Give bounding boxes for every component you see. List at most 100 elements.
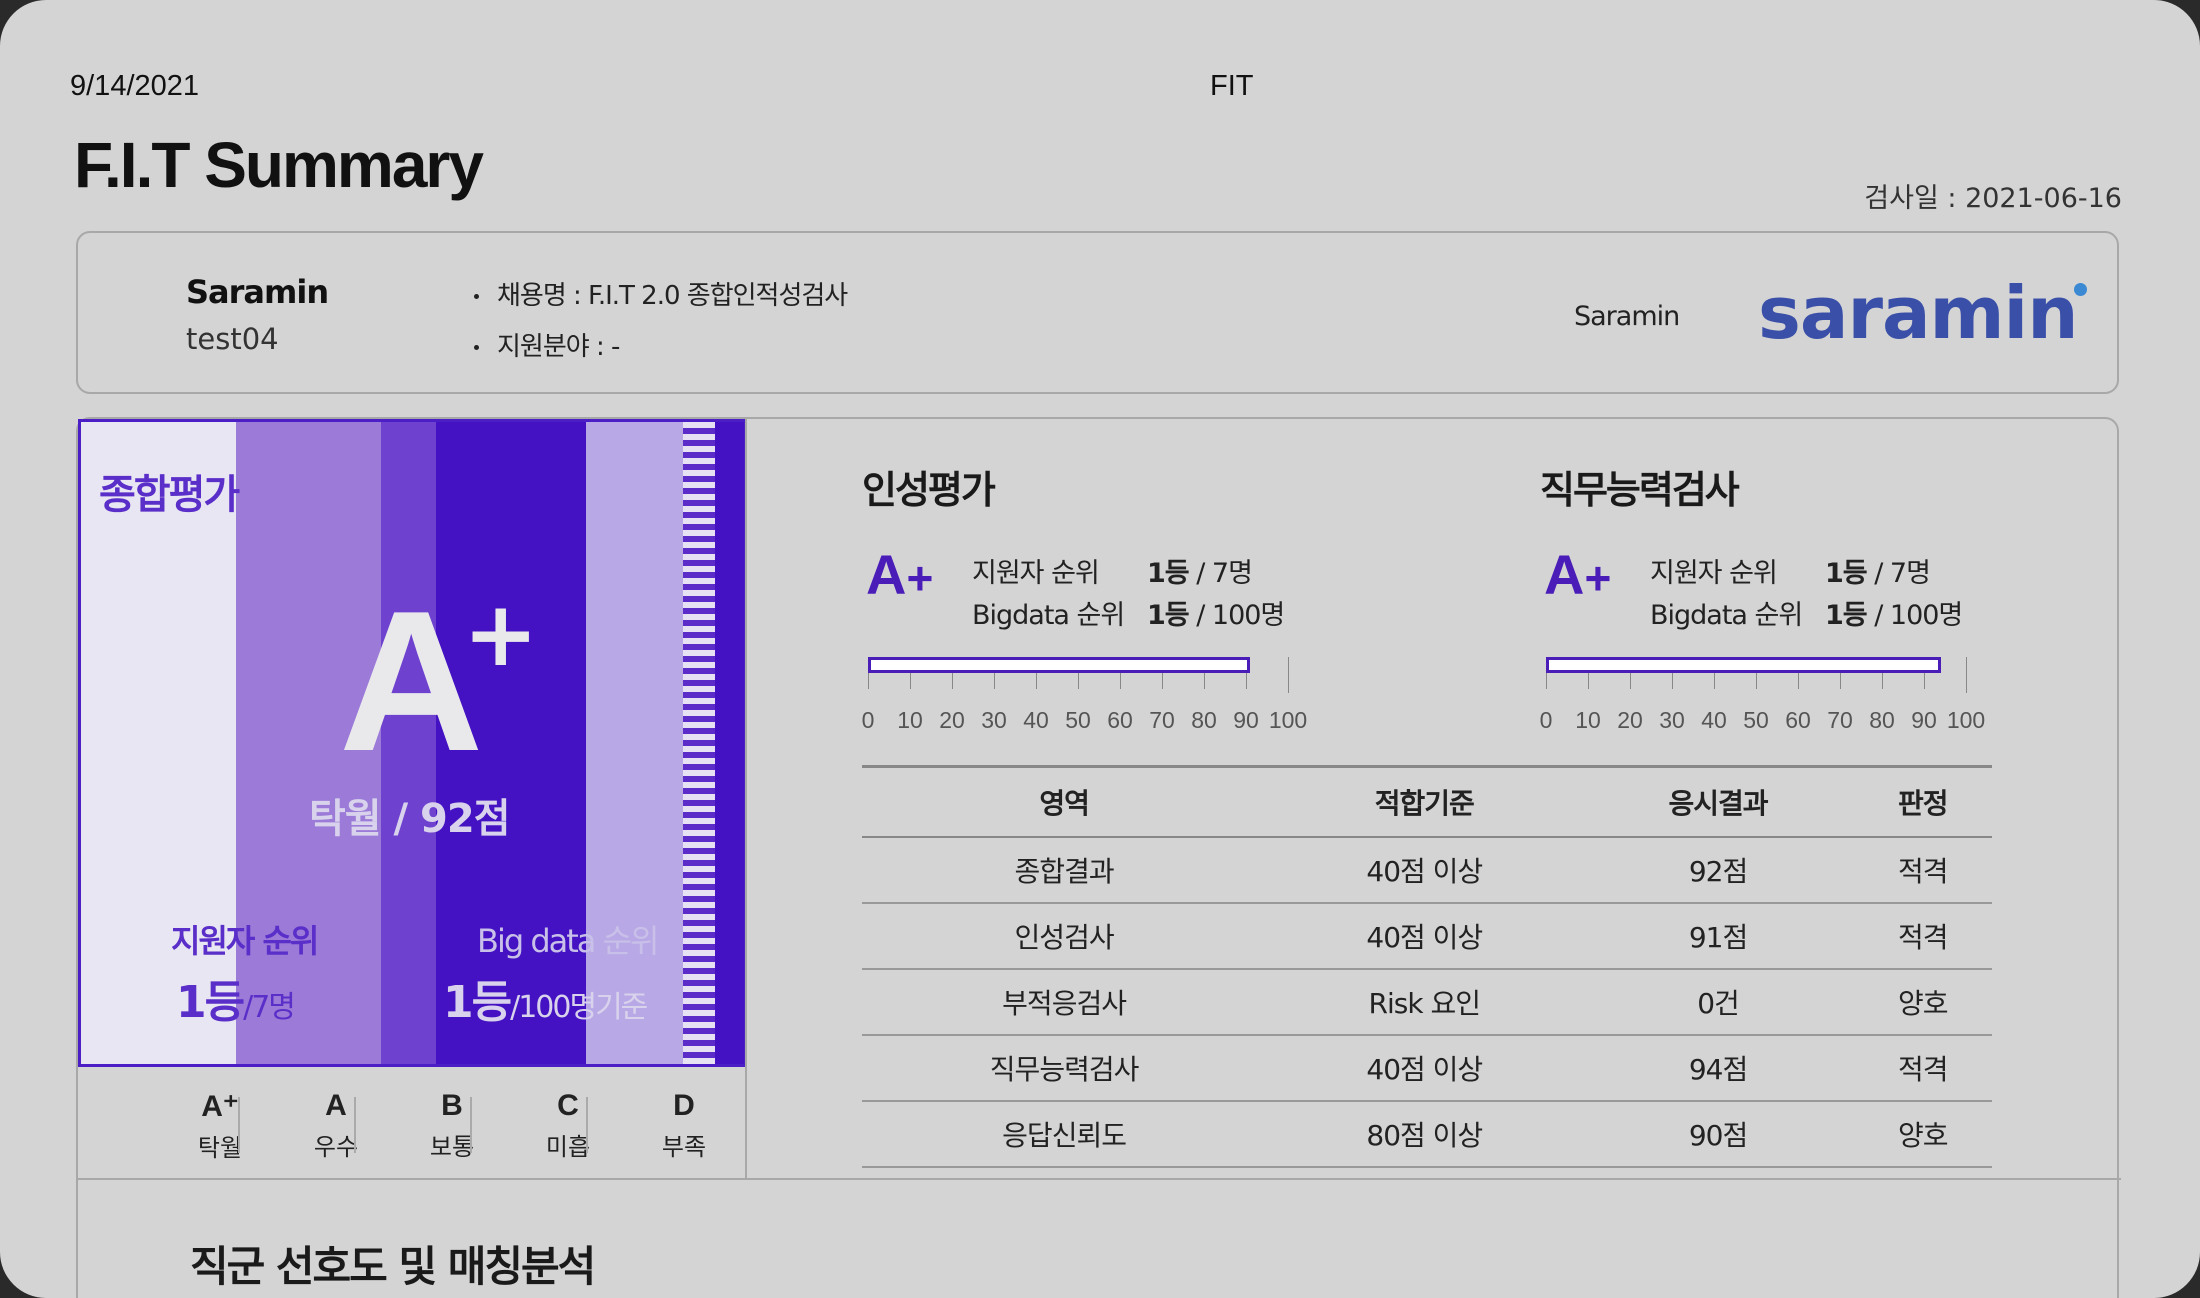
bigdata-rank-label: Bigdata 순위	[972, 600, 1125, 631]
scale-tick-label: 100	[1946, 707, 1986, 733]
section-heading: 직군 선호도 및 매칭분석	[190, 1242, 596, 1291]
scale-tick-label: 90	[1233, 707, 1259, 733]
print-date: 9/14/2021	[70, 70, 200, 102]
legend-text: 부족	[661, 1133, 707, 1161]
scale-tick	[1798, 673, 1799, 689]
scale-tick-label: 40	[1023, 707, 1049, 733]
table-cell: 직무능력검사	[862, 1035, 1267, 1102]
scale-tick	[1714, 673, 1715, 689]
report-page: 9/14/2021 FIT F.I.T Summary 검사일 : 2021-0…	[0, 0, 2200, 1298]
applicant-info-box: Saramin test04 채용명 : F.I.T 2.0 종합인적성검사 지…	[76, 231, 2119, 394]
section-grade-plus: +	[906, 552, 934, 604]
bigdata-rank-value: 1등 / 100명	[1825, 593, 1963, 632]
scale-tick-label: 10	[1575, 707, 1601, 733]
bigdata-rank-label: Bigdata 순위	[1650, 600, 1803, 631]
scale-tick	[1288, 657, 1289, 693]
table-row: 직무능력검사 40점 이상 94점 적격	[862, 1035, 1992, 1102]
decorative-stripes	[683, 422, 715, 1064]
total: / 7명	[1188, 558, 1253, 589]
table-row: 응답신뢰도 80점 이상 90점 양호	[862, 1101, 1992, 1168]
scale-tick	[1588, 673, 1589, 689]
bigdata-rank-value: 1등 / 100명	[1147, 593, 1285, 632]
applicant-rank-value: 1등	[176, 977, 245, 1028]
scale-tick-label: 10	[897, 707, 923, 733]
scale-tick	[1882, 673, 1883, 689]
scale-tick	[910, 673, 911, 689]
table-cell: 적격	[1853, 837, 1992, 904]
print-title: FIT	[1210, 70, 1254, 102]
scale-tick	[1162, 673, 1163, 689]
bigdata-rank-row: Bigdata 순위 1등 / 100명	[1650, 593, 1963, 632]
bigdata-rank: 1등/100명기준	[443, 966, 648, 1030]
table-row: 인성검사 40점 이상 91점 적격	[862, 903, 1992, 970]
legend-text: 보통	[429, 1133, 475, 1161]
applicant-rank-label: 지원자 순위	[972, 558, 1100, 589]
table-cell: 양호	[1853, 969, 1992, 1036]
legend-item: D 부족	[644, 1089, 724, 1162]
legend-text: 탁월	[197, 1134, 243, 1162]
table-cell: 92점	[1582, 837, 1854, 904]
bigdata-rank-label: Big data 순위	[477, 922, 659, 960]
section-grade-letter: A	[866, 543, 907, 606]
scale-tick	[1204, 673, 1205, 689]
table-cell: 90점	[1582, 1101, 1854, 1168]
table-header-row: 영역 적합기준 응시결과 판정	[862, 765, 1992, 838]
result-box: 종합평가 A + 탁월 / 92점 지원자 순위 1등/7명 Big data …	[76, 417, 2121, 1298]
scale-tick-label: 80	[1869, 707, 1895, 733]
applicant-rank-label: 지원자 순위	[171, 922, 319, 960]
scale-tick	[1246, 673, 1247, 689]
company-label: Saramin	[1574, 301, 1680, 332]
legend-text: 미흡	[545, 1133, 591, 1161]
score-bar: 0 10 20 30 40 50 60 70 80 90 100	[1540, 657, 1985, 747]
overall-desc: 탁월 / 92점	[309, 796, 511, 842]
score-bar: 0 10 20 30 40 50 60 70 80 90 100	[862, 657, 1307, 747]
rank: 1등	[1147, 558, 1190, 589]
legend-grade: A	[325, 1089, 347, 1122]
legend-item: B 보통	[412, 1089, 492, 1162]
table-cell: 인성검사	[862, 903, 1267, 970]
page-title: F.I.T Summary	[74, 129, 484, 201]
score-bar-track	[868, 657, 1251, 673]
scale-tick	[1924, 673, 1925, 689]
scale-tick-label: 90	[1911, 707, 1937, 733]
company-name: Saramin	[186, 273, 329, 311]
table-row: 종합결과 40점 이상 92점 적격	[862, 837, 1992, 904]
legend-grade: D	[673, 1089, 695, 1122]
test-date: 검사일 : 2021-06-16	[1864, 183, 2122, 214]
scale-tick-label: 50	[1065, 707, 1091, 733]
table-row: 부적응검사 Risk 요인 0건 양호	[862, 969, 1992, 1036]
scale-tick-label: 0	[1539, 707, 1553, 733]
applicant-rank-value: 1등 / 7명	[1825, 551, 1931, 590]
rank: 1등	[1825, 558, 1868, 589]
section-grade: A+	[866, 547, 933, 603]
applicant-rank-label: 지원자 순위	[1650, 558, 1778, 589]
result-table: 영역 적합기준 응시결과 판정 종합결과 40점 이상 92점 적격 인성검사 40점 …	[862, 765, 1992, 1168]
personality-section: 인성평가 A+ 지원자 순위 1등 / 7명 Bigdata 순위 1등 / 100…	[862, 459, 1308, 733]
legend-separator	[470, 1097, 472, 1153]
scale-tick	[994, 673, 995, 689]
scale-tick	[1078, 673, 1079, 689]
legend-item: A 우수	[296, 1089, 376, 1162]
legend-separator	[354, 1097, 356, 1153]
scale-tick-label: 100	[1268, 707, 1308, 733]
scale-tick-label: 80	[1191, 707, 1217, 733]
legend-text: 우수	[313, 1133, 359, 1161]
applicant-rank: 1등/7명	[176, 966, 296, 1030]
applicant-rank-row: 지원자 순위 1등 / 7명	[1650, 551, 1931, 590]
scale-tick-label: 40	[1701, 707, 1727, 733]
recruit-info: 채용명 : F.I.T 2.0 종합인적성검사	[474, 275, 848, 312]
field-name: 지원분야 : -	[497, 332, 620, 362]
legend-grade: A⁺	[201, 1090, 239, 1123]
scale-tick-label: 20	[1617, 707, 1643, 733]
scale-tick-label: 0	[861, 707, 875, 733]
table-cell: 종합결과	[862, 837, 1267, 904]
scale-tick-label: 60	[1107, 707, 1133, 733]
rank: 1등	[1147, 600, 1190, 631]
recruit-name: 채용명 : F.I.T 2.0 종합인적성검사	[497, 281, 848, 311]
scale-tick	[1756, 673, 1757, 689]
bigdata-rank-value: 1등	[443, 977, 512, 1028]
total: / 7명	[1866, 558, 1931, 589]
scale-tick	[1120, 673, 1121, 689]
scale-tick	[868, 673, 869, 689]
overall-grade-plus: +	[463, 582, 539, 687]
